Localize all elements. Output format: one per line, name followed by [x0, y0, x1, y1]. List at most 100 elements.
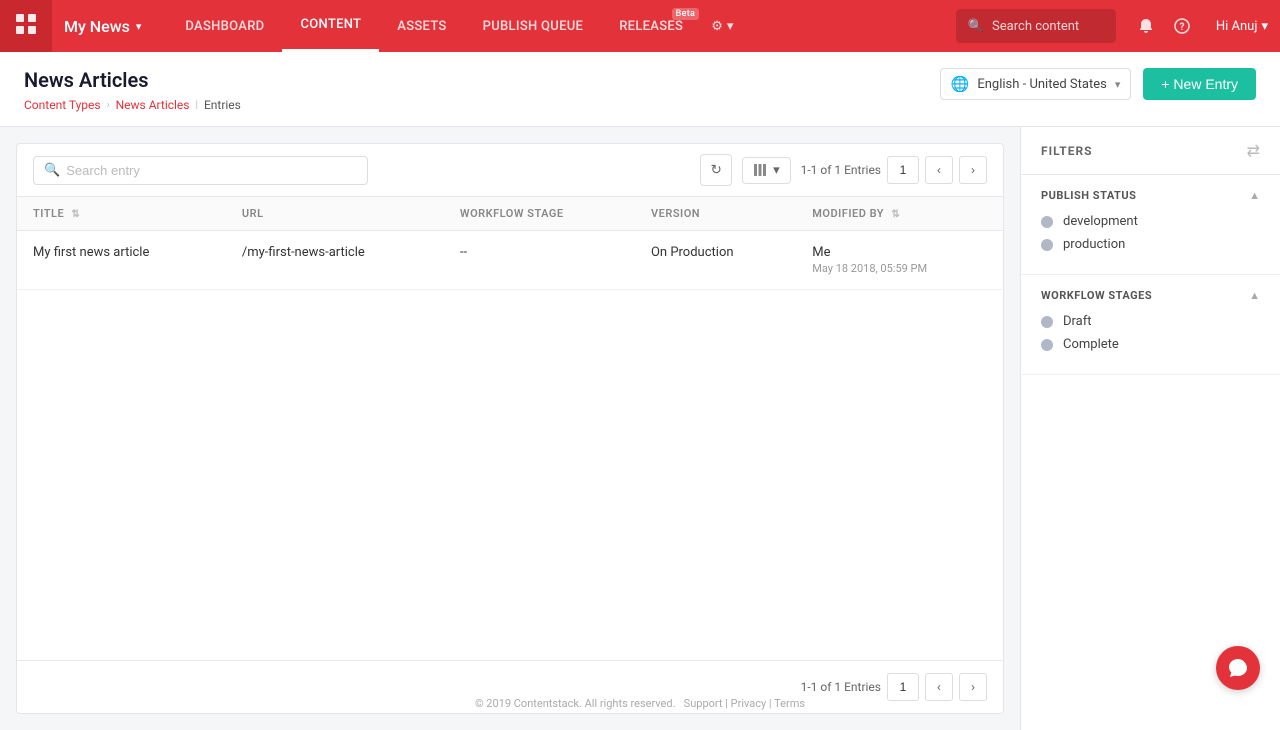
filter-section-workflow-stages: WORKFLOW STAGES ▲ Draft Complete: [1021, 275, 1280, 375]
refresh-button[interactable]: ↻: [700, 154, 732, 186]
page-title: News Articles: [24, 68, 241, 92]
table-body: My first news article /my-first-news-art…: [17, 231, 1003, 290]
footer-terms-link[interactable]: Terms: [774, 697, 805, 710]
table-scroll[interactable]: TITLE ⇅ URL WORKFLOW STAGE VERSION MODIF…: [17, 197, 1003, 660]
nav-link-publish-queue[interactable]: PUBLISH QUEUE: [465, 0, 602, 52]
publish-status-section-header[interactable]: PUBLISH STATUS ▲: [1041, 189, 1260, 202]
search-box-icon: 🔍: [44, 163, 60, 178]
filter-item-complete[interactable]: Complete: [1041, 337, 1260, 352]
next-icon: ›: [971, 163, 975, 177]
settings-chevron-icon: ▾: [727, 19, 734, 34]
nav-link-dashboard[interactable]: DASHBOARD: [167, 0, 282, 52]
cell-workflow-stage: --: [444, 231, 635, 290]
search-bar[interactable]: 🔍 Search content: [956, 9, 1116, 43]
publish-status-chevron-icon: ▲: [1249, 189, 1260, 202]
content-area: 🔍 ↻ ▾ 1-1 of 1 Entries ‹: [16, 143, 1004, 714]
filters-toggle-button[interactable]: ⇄: [1247, 141, 1260, 160]
workflow-stages-title: WORKFLOW STAGES: [1041, 289, 1152, 302]
cell-version: On Production: [635, 231, 796, 290]
nav-user[interactable]: Hi Anuj ▾: [1208, 19, 1280, 34]
complete-dot: [1041, 339, 1053, 351]
draft-label: Draft: [1063, 314, 1092, 329]
user-chevron-icon: ▾: [1261, 19, 1268, 34]
brand-name: My News: [64, 17, 130, 36]
brand-chevron-icon: ▾: [136, 20, 142, 33]
chat-bubble-button[interactable]: [1216, 646, 1260, 690]
filters-sidebar: FILTERS ⇄ PUBLISH STATUS ▲ development p…: [1020, 127, 1280, 730]
breadcrumb-sep-2: |: [196, 100, 198, 111]
column-title[interactable]: TITLE ⇅: [17, 197, 226, 231]
table-header: TITLE ⇅ URL WORKFLOW STAGE VERSION MODIF…: [17, 197, 1003, 231]
development-dot: [1041, 216, 1053, 228]
production-label: production: [1063, 237, 1125, 252]
breadcrumb-sep-1: ›: [107, 100, 110, 111]
publish-status-title: PUBLISH STATUS: [1041, 189, 1136, 202]
new-entry-button[interactable]: + New Entry: [1143, 68, 1256, 100]
footer-copyright: © 2019 Contentstack. All rights reserved…: [475, 697, 676, 710]
search-input[interactable]: [66, 163, 356, 178]
column-version: VERSION: [635, 197, 796, 231]
table-header-row: TITLE ⇅ URL WORKFLOW STAGE VERSION MODIF…: [17, 197, 1003, 231]
top-prev-page-button[interactable]: ‹: [925, 156, 953, 184]
filter-item-production[interactable]: production: [1041, 237, 1260, 252]
page-header: News Articles Content Types › News Artic…: [0, 52, 1280, 127]
modified-by-date: May 18 2018, 05:59 PM: [812, 262, 987, 275]
nav-settings[interactable]: ⚙ ▾: [701, 0, 747, 52]
notifications-icon[interactable]: [1128, 8, 1164, 44]
table-row[interactable]: My first news article /my-first-news-art…: [17, 231, 1003, 290]
page-header-right: 🌐 English - United States ▾ + New Entry: [940, 68, 1256, 114]
footer: © 2019 Contentstack. All rights reserved…: [0, 687, 1280, 720]
top-next-page-button[interactable]: ›: [959, 156, 987, 184]
filter-item-development[interactable]: development: [1041, 214, 1260, 229]
cell-title: My first news article: [17, 231, 226, 290]
footer-privacy-link[interactable]: Privacy: [731, 697, 767, 710]
toolbar: 🔍 ↻ ▾ 1-1 of 1 Entries ‹: [17, 144, 1003, 197]
nav-logo[interactable]: [0, 0, 52, 52]
lang-chevron-icon: ▾: [1115, 78, 1121, 91]
page-header-left: News Articles Content Types › News Artic…: [24, 68, 241, 126]
top-navigation: My News ▾ DASHBOARD CONTENT ASSETS PUBLI…: [0, 0, 1280, 52]
column-workflow-stage: WORKFLOW STAGE: [444, 197, 635, 231]
prev-icon: ‹: [937, 163, 941, 177]
breadcrumb: Content Types › News Articles | Entries: [24, 98, 241, 126]
chat-icon: [1227, 657, 1249, 679]
filters-title: FILTERS: [1041, 144, 1093, 158]
view-toggle-button[interactable]: ▾: [742, 157, 791, 184]
nav-brand[interactable]: My News ▾: [52, 0, 159, 52]
refresh-icon: ↻: [710, 162, 721, 178]
complete-label: Complete: [1063, 337, 1119, 352]
top-page-number[interactable]: [887, 156, 919, 184]
entries-table: TITLE ⇅ URL WORKFLOW STAGE VERSION MODIF…: [17, 197, 1003, 290]
search-icon: 🔍: [968, 19, 984, 34]
breadcrumb-entries: Entries: [204, 98, 241, 112]
main-wrapper: 🔍 ↻ ▾ 1-1 of 1 Entries ‹: [0, 127, 1280, 730]
nav-link-content[interactable]: CONTENT: [282, 0, 379, 52]
footer-support-link[interactable]: Support: [684, 697, 723, 710]
breadcrumb-news-articles[interactable]: News Articles: [116, 98, 190, 112]
column-url: URL: [226, 197, 444, 231]
development-label: development: [1063, 214, 1138, 229]
cell-modified-by: Me May 18 2018, 05:59 PM: [796, 231, 1003, 290]
workflow-stages-section-header[interactable]: WORKFLOW STAGES ▲: [1041, 289, 1260, 302]
help-icon[interactable]: ?: [1164, 8, 1200, 44]
breadcrumb-content-types[interactable]: Content Types: [24, 98, 101, 112]
cell-url: /my-first-news-article: [226, 231, 444, 290]
draft-dot: [1041, 316, 1053, 328]
nav-links: DASHBOARD CONTENT ASSETS PUBLISH QUEUE R…: [167, 0, 701, 52]
sort-icon-modified: ⇅: [891, 209, 900, 220]
svg-text:?: ?: [1179, 22, 1184, 33]
nav-link-releases[interactable]: RELEASES: [601, 0, 701, 52]
filter-item-draft[interactable]: Draft: [1041, 314, 1260, 329]
nav-link-assets[interactable]: ASSETS: [379, 0, 464, 52]
sort-icon-title: ⇅: [71, 209, 80, 220]
search-placeholder: Search content: [992, 19, 1079, 34]
workflow-stages-chevron-icon: ▲: [1249, 289, 1260, 302]
column-modified-by[interactable]: MODIFIED BY ⇅: [796, 197, 1003, 231]
search-box[interactable]: 🔍: [33, 156, 368, 185]
view-toggle-chevron-icon: ▾: [773, 163, 780, 178]
language-label: English - United States: [977, 77, 1106, 92]
top-pagination: 1-1 of 1 Entries ‹ ›: [801, 156, 987, 184]
modified-by-name: Me: [812, 245, 987, 260]
filter-section-publish-status: PUBLISH STATUS ▲ development production: [1021, 175, 1280, 275]
language-selector[interactable]: 🌐 English - United States ▾: [940, 68, 1132, 100]
